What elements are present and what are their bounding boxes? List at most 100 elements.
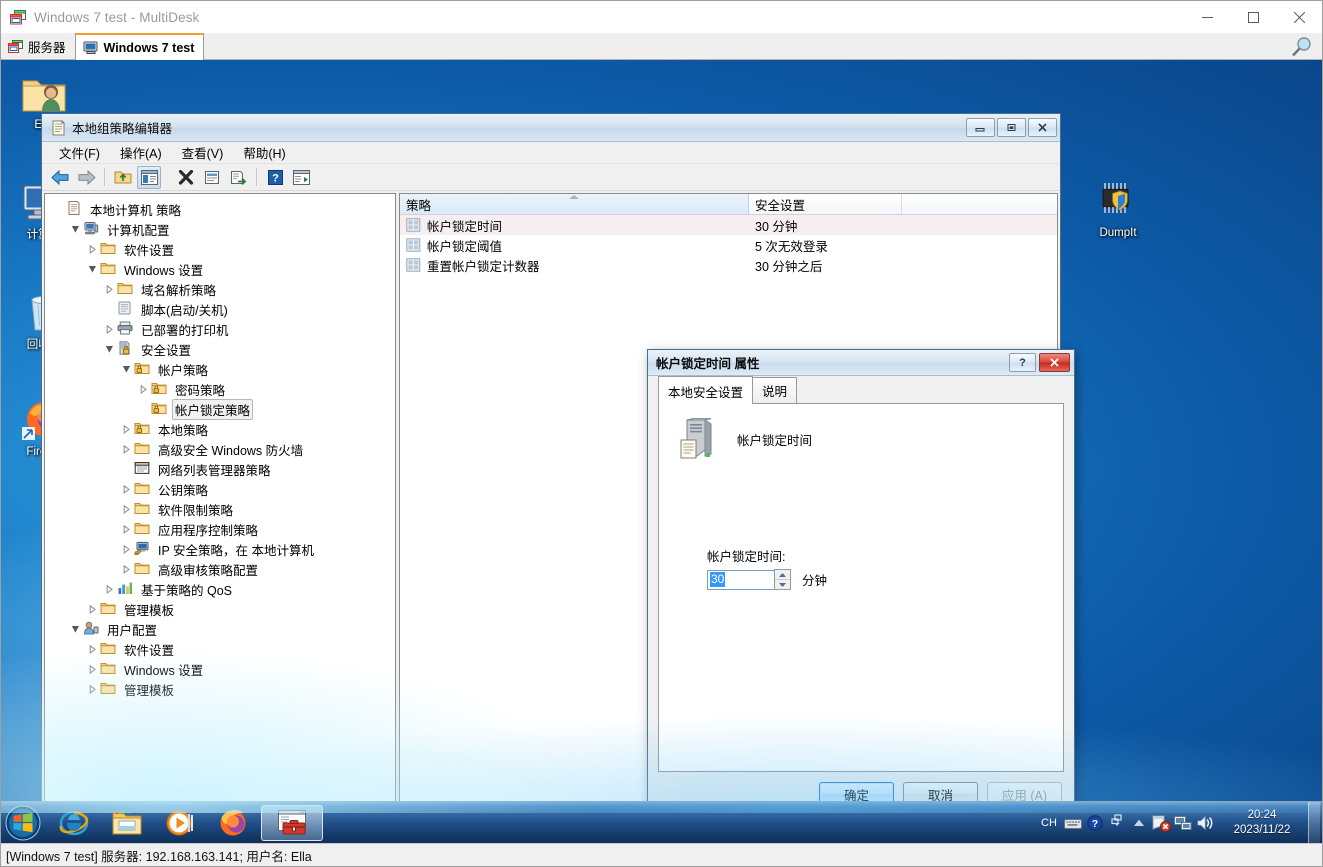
chevron-right-icon[interactable] — [119, 484, 134, 494]
show-desktop-button[interactable] — [1308, 802, 1320, 843]
chevron-right-icon[interactable] — [136, 384, 151, 394]
tree-item[interactable]: 高级审核策略配置 — [45, 559, 395, 579]
menu-help[interactable]: 帮助(H) — [233, 141, 295, 164]
tab-explain[interactable]: 说明 — [752, 377, 798, 403]
delete-icon[interactable] — [174, 166, 198, 189]
export-list-icon[interactable] — [226, 166, 250, 189]
chevron-right-icon[interactable] — [85, 684, 100, 694]
table-row[interactable]: 帐户锁定阈值 5 次无效登录 — [400, 235, 1057, 255]
column-header-empty[interactable] — [902, 194, 1057, 214]
chevron-right-icon[interactable] — [102, 584, 117, 594]
chevron-down-icon[interactable] — [102, 345, 117, 354]
network-icon[interactable] — [1172, 811, 1194, 835]
menu-action[interactable]: 操作(A) — [110, 141, 172, 164]
column-header-security-setting[interactable]: 安全设置 — [749, 194, 902, 214]
taskbar-clock[interactable]: 20:24 2023/11/22 — [1220, 808, 1304, 838]
close-icon[interactable] — [1028, 118, 1057, 137]
network-flyout-icon[interactable] — [1106, 811, 1128, 835]
tab-local-security-setting[interactable]: 本地安全设置 — [658, 376, 754, 404]
maximize-icon[interactable] — [997, 118, 1026, 137]
lockout-duration-stepper[interactable]: 30 分钟 — [707, 569, 827, 590]
tree-item[interactable]: 软件限制策略 — [45, 499, 395, 519]
spinner-arrows[interactable] — [774, 569, 791, 590]
back-arrow-icon[interactable] — [48, 166, 72, 189]
column-header-policy[interactable]: 策略 — [400, 194, 749, 214]
tree-item[interactable]: 网络列表管理器策略 — [45, 459, 395, 479]
tree-item[interactable]: 已部署的打印机 — [45, 319, 395, 339]
show-tree-icon[interactable] — [137, 165, 161, 189]
tree-item[interactable]: 管理模板 — [45, 599, 395, 619]
chevron-down-icon[interactable] — [68, 225, 83, 234]
spinner-down-icon[interactable] — [775, 580, 790, 589]
taskbar-explorer[interactable] — [102, 805, 152, 841]
policy-tree-pane[interactable]: 本地计算机 策略 计算机配置 软件设置 Windows 设置 域名解析策略 脚本(启动/关… — [44, 193, 396, 823]
tree-item[interactable]: 软件设置 — [45, 239, 395, 259]
chevron-down-icon[interactable] — [68, 625, 83, 634]
chevron-right-icon[interactable] — [85, 604, 100, 614]
close-icon[interactable] — [1039, 353, 1070, 372]
table-row[interactable]: 帐户锁定时间 30 分钟 — [400, 215, 1057, 235]
tree-item[interactable]: 计算机配置 — [45, 219, 395, 239]
help-icon[interactable]: ? — [263, 166, 287, 189]
desktop-icon-dumpit[interactable]: DumpIt — [1081, 178, 1155, 240]
lockout-duration-input[interactable]: 30 — [707, 569, 775, 590]
tree-item[interactable]: 本地策略 — [45, 419, 395, 439]
tree-item[interactable]: 帐户策略 — [45, 359, 395, 379]
keyboard-icon[interactable] — [1062, 811, 1084, 835]
chevron-right-icon[interactable] — [119, 564, 134, 574]
menu-file[interactable]: 文件(F) — [49, 141, 110, 164]
tree-item[interactable]: 本地计算机 策略 — [45, 199, 395, 219]
action-center-icon[interactable] — [1150, 811, 1172, 835]
chevron-right-icon[interactable] — [85, 664, 100, 674]
tree-item[interactable]: 公钥策略 — [45, 479, 395, 499]
ime-indicator[interactable]: CH — [1036, 811, 1062, 835]
tree-item[interactable]: 管理模板 — [45, 679, 395, 699]
tab-windows-7-test[interactable]: Windows 7 test — [74, 33, 205, 60]
up-folder-icon[interactable] — [111, 166, 135, 189]
help-icon[interactable]: ? — [1084, 811, 1106, 835]
search-icon[interactable] — [1290, 35, 1314, 59]
tree-item[interactable]: 用户配置 — [45, 619, 395, 639]
minimize-icon[interactable] — [966, 118, 995, 137]
chevron-right-icon[interactable] — [102, 284, 117, 294]
tree-item[interactable]: Windows 设置 — [45, 659, 395, 679]
tree-item[interactable]: 安全设置 — [45, 339, 395, 359]
spinner-up-icon[interactable] — [775, 570, 790, 580]
volume-icon[interactable] — [1194, 811, 1216, 835]
tree-item[interactable]: 密码策略 — [45, 379, 395, 399]
show-hidden-icons-icon[interactable] — [1128, 811, 1150, 835]
chevron-down-icon[interactable] — [119, 365, 134, 374]
chevron-right-icon[interactable] — [119, 504, 134, 514]
taskbar-firefox[interactable] — [208, 805, 258, 841]
tree-item[interactable]: 高级安全 Windows 防火墙 — [45, 439, 395, 459]
tree-item[interactable]: 软件设置 — [45, 639, 395, 659]
tree-item[interactable]: 脚本(启动/关机) — [45, 299, 395, 319]
tree-item[interactable]: 应用程序控制策略 — [45, 519, 395, 539]
close-button[interactable] — [1276, 1, 1322, 33]
properties-icon[interactable] — [200, 166, 224, 189]
view-icon[interactable] — [289, 166, 313, 189]
chevron-right-icon[interactable] — [119, 544, 134, 554]
chevron-right-icon[interactable] — [119, 524, 134, 534]
chevron-right-icon[interactable] — [119, 424, 134, 434]
taskbar-media-player[interactable] — [155, 805, 205, 841]
tree-item[interactable]: IP 安全策略，在 本地计算机 — [45, 539, 395, 559]
tree-item[interactable]: 基于策略的 QoS — [45, 579, 395, 599]
taskbar-mmc-console[interactable] — [261, 804, 323, 841]
forward-arrow-icon[interactable] — [74, 166, 98, 189]
tree-item[interactable]: 域名解析策略 — [45, 279, 395, 299]
chevron-right-icon[interactable] — [119, 444, 134, 454]
chevron-right-icon[interactable] — [85, 644, 100, 654]
start-orb-icon[interactable] — [3, 804, 43, 842]
taskbar-internet-explorer[interactable] — [49, 805, 99, 841]
chevron-down-icon[interactable] — [85, 265, 100, 274]
chevron-right-icon[interactable] — [85, 244, 100, 254]
tree-item[interactable]: Windows 设置 — [45, 259, 395, 279]
menu-view[interactable]: 查看(V) — [172, 141, 234, 164]
tab-servers[interactable]: 服务器 — [1, 33, 75, 59]
help-icon[interactable]: ? — [1009, 353, 1036, 372]
tree-item[interactable]: 帐户锁定策略 — [45, 398, 395, 420]
minimize-button[interactable] — [1184, 1, 1230, 33]
maximize-button[interactable] — [1230, 1, 1276, 33]
chevron-right-icon[interactable] — [102, 324, 117, 334]
